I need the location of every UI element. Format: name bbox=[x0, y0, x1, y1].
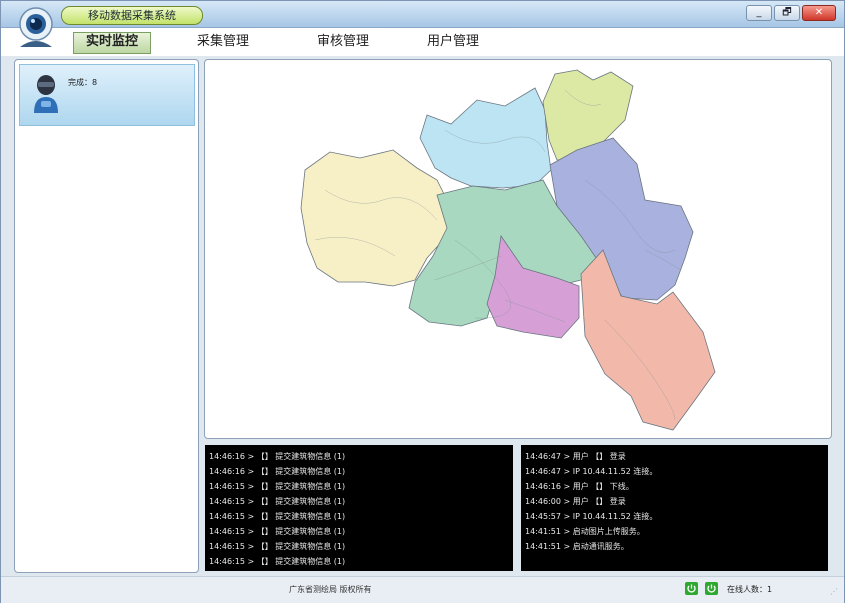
power-icon[interactable] bbox=[685, 582, 698, 595]
submission-log[interactable]: 14:46:16 > 【】 提交建筑物信息 (1) 14:46:16 > 【】 … bbox=[205, 445, 513, 571]
log-line: 14:46:16 > 【】 提交建筑物信息 (1) bbox=[209, 452, 346, 461]
log-line: 14:45:57 > IP 10.44.11.52 连接。 bbox=[525, 512, 658, 521]
menu-item-realtime-monitor[interactable]: 实时监控 bbox=[73, 32, 152, 54]
power-icon[interactable] bbox=[705, 582, 718, 595]
map-panel[interactable] bbox=[204, 59, 832, 439]
service-log[interactable]: 14:46:47 > 用户 【】 登录 14:46:47 > IP 10.44.… bbox=[521, 445, 828, 571]
log-line: 14:41:51 > 启动通讯服务。 bbox=[525, 542, 629, 551]
list-item[interactable]: 完成：8 bbox=[19, 64, 195, 126]
log-line: 14:46:16 > 【】 提交建筑物信息 (1) bbox=[209, 467, 346, 476]
log-line: 14:46:15 > 【】 提交建筑物信息 (1) bbox=[209, 497, 346, 506]
user-list-panel: 完成：8 bbox=[14, 59, 199, 573]
menu-item-user-management[interactable]: 用户管理 bbox=[427, 32, 479, 52]
menu-item-review-management[interactable]: 审核管理 bbox=[317, 32, 369, 52]
status-bar: 广东省测绘局 版权所有 在线人数：1 ⋰ bbox=[1, 576, 844, 603]
log-line: 14:46:47 > 用户 【】 登录 bbox=[525, 452, 626, 461]
minimize-button[interactable]: _ bbox=[746, 5, 772, 21]
menu-bar: 实时监控 采集管理 审核管理 用户管理 bbox=[1, 28, 844, 56]
log-line: 14:46:15 > 【】 提交建筑物信息 (1) bbox=[209, 512, 346, 521]
window-title: 移动数据采集系统 bbox=[61, 6, 203, 25]
map-region-north[interactable] bbox=[419, 87, 552, 189]
close-button[interactable]: ✕ bbox=[802, 5, 836, 21]
user-icon bbox=[34, 75, 58, 113]
title-bar[interactable]: 移动数据采集系统 _ 🗗 ✕ bbox=[1, 1, 844, 28]
copyright-text: 广东省测绘局 版权所有 bbox=[289, 585, 372, 594]
webcam-logo-icon bbox=[19, 7, 53, 47]
log-line: 14:41:51 > 启动图片上传服务。 bbox=[525, 527, 645, 536]
online-count: 在线人数：1 bbox=[727, 585, 773, 594]
log-line: 14:46:00 > 用户 【】 登录 bbox=[525, 497, 626, 506]
log-line: 14:46:15 > 【】 提交建筑物信息 (1) bbox=[209, 542, 346, 551]
window-controls: _ 🗗 ✕ bbox=[746, 5, 836, 21]
resize-grip-icon[interactable]: ⋰ bbox=[830, 587, 840, 597]
log-line: 14:46:15 > 【】 提交建筑物信息 (1) bbox=[209, 527, 346, 536]
user-status-label: 完成：8 bbox=[68, 78, 98, 87]
menu-item-collection-management[interactable]: 采集管理 bbox=[197, 32, 249, 52]
log-line: 14:46:47 > IP 10.44.11.52 连接。 bbox=[525, 467, 658, 476]
log-line: 14:46:15 > 【】 提交建筑物信息 (1) bbox=[209, 482, 346, 491]
region-map[interactable] bbox=[205, 60, 832, 439]
restore-button[interactable]: 🗗 bbox=[774, 5, 800, 21]
log-line: 14:46:16 > 用户 【】 下线。 bbox=[525, 482, 634, 491]
app-window: 移动数据采集系统 _ 🗗 ✕ 实时监控 采集管理 审核管理 用户管理 完成：8 bbox=[0, 0, 845, 603]
log-line: 14:46:15 > 【】 提交建筑物信息 (1) bbox=[209, 557, 346, 566]
